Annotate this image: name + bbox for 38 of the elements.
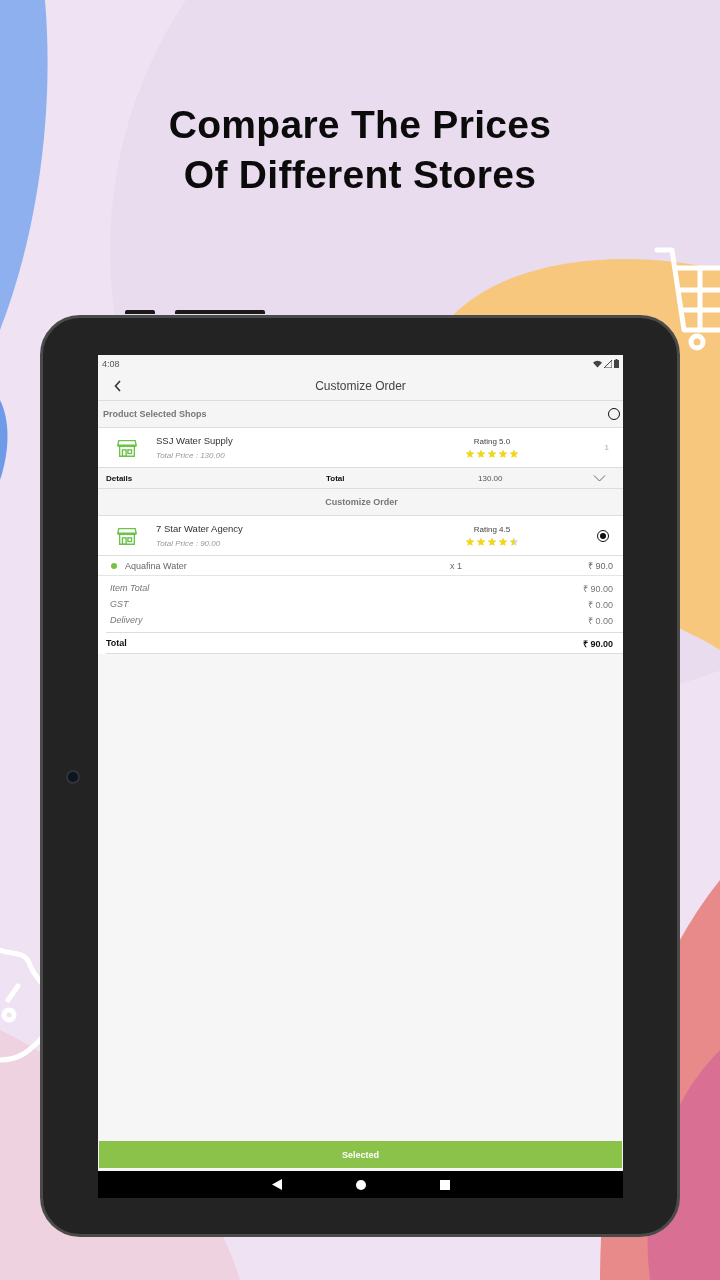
item-price: ₹ 90.0 [587, 560, 613, 572]
item-name: Aquafina Water [125, 560, 188, 571]
section-title: Customize Order [325, 497, 398, 507]
camera-lens [66, 770, 80, 784]
shop-total-price: Total Price : 90.00 [156, 539, 222, 548]
cart-icon [654, 247, 720, 351]
summary-label: Delivery [110, 615, 143, 625]
wifi-icon [593, 359, 602, 368]
shop-row[interactable]: SSJ Water Supply Total Price : 130.00 Rating 5.0 1 [98, 428, 623, 468]
total-label: Total [326, 473, 346, 483]
total-label: Total [106, 638, 127, 648]
section-title: Product Selected Shops [103, 409, 207, 419]
item-quantity: x 1 [450, 560, 463, 571]
screen-title: Customize Order [315, 379, 406, 393]
shop-total-price: Total Price : 130.00 [156, 451, 226, 460]
rating-label: Rating 5.0 [473, 436, 511, 446]
headline: Of Different Stores [183, 152, 537, 198]
summary-label: GST [110, 599, 129, 609]
details-label: Details [106, 473, 134, 483]
summary-value: ₹ 0.00 [587, 598, 613, 611]
recents-icon[interactable] [439, 1179, 450, 1190]
shop-name: SSJ Water Supply [156, 435, 234, 446]
total-value: ₹ 90.00 [582, 637, 613, 650]
shop-count: 1 [604, 443, 610, 452]
status-time: 4:08 [102, 358, 120, 369]
headline: Compare The Prices [168, 102, 552, 148]
battery-icon [614, 359, 619, 368]
shop-name: 7 Star Water Agency [156, 523, 244, 534]
back-icon[interactable] [114, 380, 122, 392]
rating-label: Rating 4.5 [473, 524, 511, 534]
back-icon[interactable] [271, 1179, 282, 1190]
signal-icon [604, 359, 612, 368]
total-value: 130.00 [478, 473, 504, 483]
shop-row[interactable]: 7 Star Water Agency Total Price : 90.00 Rating 4.5 [98, 516, 623, 556]
home-icon[interactable] [355, 1179, 366, 1190]
summary-label: Item Total [110, 583, 150, 593]
summary-value: ₹ 0.00 [587, 614, 613, 627]
summary-value: ₹ 90.00 [582, 582, 613, 595]
